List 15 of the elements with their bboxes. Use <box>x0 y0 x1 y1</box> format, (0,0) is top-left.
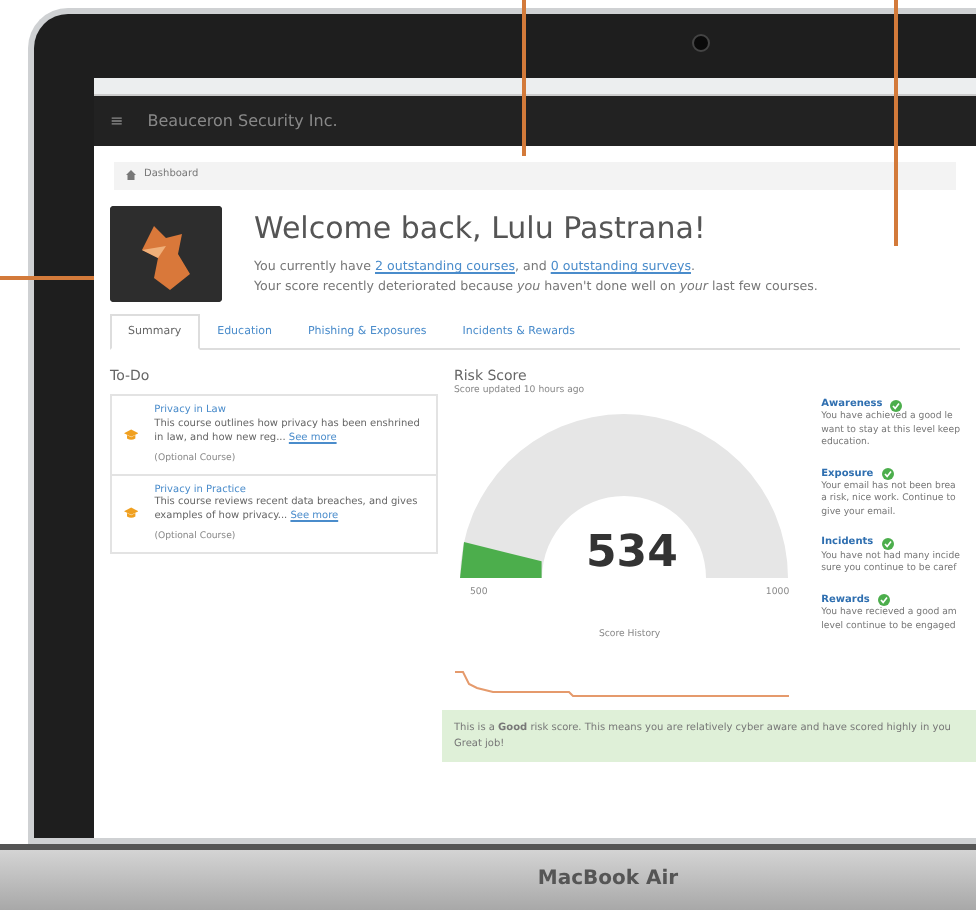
graduation-cap-icon <box>124 425 139 444</box>
brand-name[interactable]: Beauceron Security Inc. <box>147 109 338 133</box>
fox-avatar <box>110 205 222 301</box>
welcome-title: Welcome back, Lulu Pastrana! <box>254 207 708 249</box>
check-circle-icon <box>877 594 890 607</box>
check-circle-icon <box>881 468 894 481</box>
graduation-cap-icon <box>124 504 139 523</box>
camera-icon <box>692 34 710 52</box>
laptop-model-label: MacBook Air <box>537 866 679 894</box>
menu-icon[interactable]: ≡ <box>110 109 124 133</box>
home-icon <box>126 170 136 181</box>
check-circle-icon <box>890 399 903 411</box>
leader-line <box>0 276 94 280</box>
risk-score-value: 534 <box>586 526 678 583</box>
check-circle-icon <box>881 538 894 551</box>
